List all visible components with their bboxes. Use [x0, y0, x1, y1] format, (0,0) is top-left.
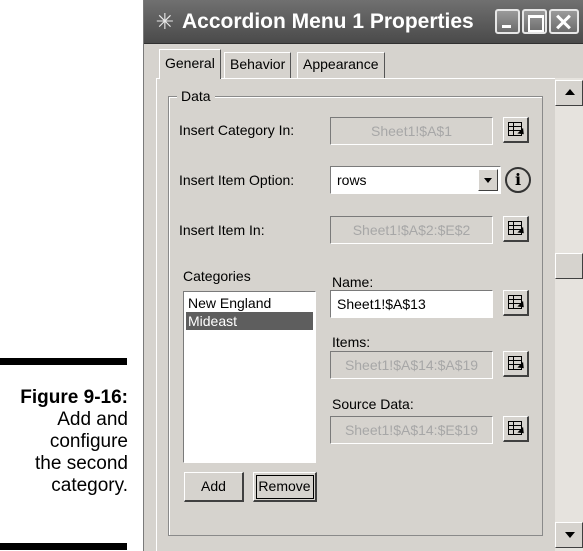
range-select-button[interactable] — [503, 416, 529, 442]
caption-line: Add and — [57, 409, 128, 430]
window-title: Accordion Menu 1 Properties — [182, 10, 474, 33]
add-category-button[interactable]: Add — [184, 472, 244, 502]
insert-category-label: Insert Category In: — [179, 122, 295, 138]
items-field[interactable]: Sheet1!$A$14:$A$19 — [330, 351, 493, 379]
items-label: Items: — [332, 334, 371, 350]
figure-number: Figure 9-16: — [20, 387, 128, 408]
range-select-button[interactable] — [503, 290, 529, 316]
maximize-button[interactable] — [522, 9, 547, 34]
range-select-button[interactable] — [503, 351, 529, 377]
name-label: Name: — [332, 274, 374, 290]
caption-line: category. — [51, 475, 128, 496]
scroll-down-button[interactable] — [555, 522, 583, 548]
insert-item-option-select[interactable]: rows — [330, 166, 501, 194]
data-group-legend: Data — [177, 87, 215, 105]
range-select-button[interactable] — [503, 117, 529, 143]
remove-category-button[interactable]: Remove — [253, 472, 317, 502]
insert-item-in-label: Insert Item In: — [179, 222, 265, 238]
minimize-button[interactable] — [495, 9, 520, 34]
caption-rule-bottom — [0, 543, 127, 550]
list-item[interactable]: Mideast — [186, 312, 313, 330]
caption-line: the second — [35, 453, 128, 474]
categories-label: Categories — [183, 268, 251, 284]
range-select-button[interactable] — [503, 216, 529, 242]
name-field[interactable]: Sheet1!$A$13 — [330, 290, 493, 318]
insert-item-in-field[interactable]: Sheet1!$A$2:$E$2 — [330, 216, 493, 244]
insert-item-option-label: Insert Item Option: — [179, 172, 295, 188]
tab-general[interactable]: General — [159, 49, 221, 79]
title-bar[interactable]: ✳ Accordion Menu 1 Properties — [144, 0, 583, 44]
caption-line: configure — [49, 431, 128, 452]
figure-caption: Figure 9-16: Add and configure the secon… — [0, 387, 128, 497]
insert-item-option-value: rows — [337, 172, 367, 188]
insert-category-field[interactable]: Sheet1!$A$1 — [330, 117, 493, 145]
component-icon: ✳ — [155, 9, 175, 34]
vertical-scrollbar[interactable] — [555, 78, 583, 551]
scroll-thumb[interactable] — [555, 253, 583, 279]
categories-list[interactable]: New England Mideast — [183, 291, 316, 463]
list-item[interactable]: New England — [186, 294, 313, 312]
dropdown-arrow-icon[interactable] — [478, 169, 498, 191]
tab-appearance[interactable]: Appearance — [297, 52, 385, 78]
source-data-label: Source Data: — [332, 396, 414, 412]
caption-rule-top — [0, 358, 127, 365]
source-data-field[interactable]: Sheet1!$A$14:$E$19 — [330, 416, 493, 444]
scroll-up-button[interactable] — [555, 80, 583, 106]
info-icon[interactable]: i — [505, 167, 531, 193]
tab-behavior[interactable]: Behavior — [224, 52, 292, 78]
close-button[interactable] — [549, 9, 579, 34]
